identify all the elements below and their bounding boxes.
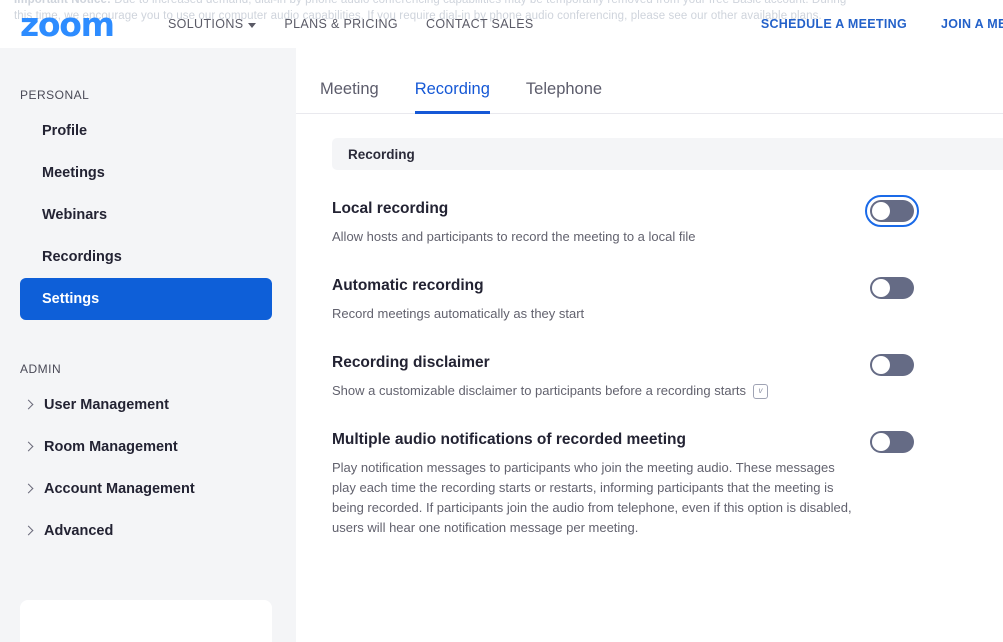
setting-texts: Recording disclaimer Show a customizable…: [332, 352, 852, 401]
sidebar-item-room-management[interactable]: Room Management: [0, 426, 296, 468]
sidebar-item-profile[interactable]: Profile: [0, 110, 296, 152]
chevron-right-icon: [24, 484, 34, 494]
sidebar-section-admin-label: ADMIN: [20, 362, 62, 376]
zoom-logo[interactable]: zoom: [20, 8, 130, 41]
sidebar-item-advanced-label: Advanced: [44, 523, 114, 539]
sidebar: PERSONAL Profile Meetings Webinars Recor…: [0, 48, 296, 642]
sidebar-item-webinars[interactable]: Webinars: [0, 194, 296, 236]
sidebar-item-meetings[interactable]: Meetings: [0, 152, 296, 194]
nav-item-solutions[interactable]: SOLUTIONS: [168, 17, 257, 31]
setting-texts: Multiple audio notifications of recorded…: [332, 429, 852, 538]
toggle-wrap: [870, 275, 914, 299]
sidebar-item-user-management[interactable]: User Management: [0, 384, 296, 426]
main-content: Meeting Recording Telephone Recording Lo…: [296, 48, 1003, 642]
sidebar-item-account-management[interactable]: Account Management: [0, 468, 296, 510]
setting-description: Play notification messages to participan…: [332, 460, 852, 535]
toggle-knob: [872, 202, 890, 220]
toggle-automatic-recording[interactable]: [870, 277, 914, 299]
sidebar-item-room-management-label: Room Management: [44, 439, 178, 455]
setting-multiple-audio-notifications: Multiple audio notifications of recorded…: [332, 401, 1003, 538]
toggle-recording-disclaimer[interactable]: [870, 354, 914, 376]
nav-item-plans-pricing[interactable]: PLANS & PRICING: [284, 17, 398, 31]
setting-texts: Local recording Allow hosts and particip…: [332, 198, 852, 247]
main-navigation: SOLUTIONS PLANS & PRICING CONTACT SALES: [168, 17, 534, 31]
nav-item-solutions-label: SOLUTIONS: [168, 17, 244, 31]
schedule-a-meeting-link[interactable]: SCHEDULE A MEETING: [761, 17, 907, 31]
chevron-right-icon: [24, 400, 34, 410]
setting-local-recording: Local recording Allow hosts and particip…: [332, 170, 1003, 247]
tab-meeting[interactable]: Meeting: [320, 80, 379, 113]
chevron-right-icon: [24, 526, 34, 536]
sidebar-item-user-management-label: User Management: [44, 397, 169, 413]
zoom-settings-page: Important Notice: Due to increased deman…: [0, 0, 1003, 642]
recording-settings-panel: Recording Local recording Allow hosts an…: [296, 114, 1003, 538]
tab-recording[interactable]: Recording: [414, 80, 491, 114]
section-header-recording: Recording: [332, 138, 1003, 170]
setting-description: Allow hosts and participants to record t…: [332, 229, 696, 244]
top-header: zoom SOLUTIONS PLANS & PRICING CONTACT S…: [0, 0, 1003, 48]
setting-description: Show a customizable disclaimer to partic…: [332, 383, 747, 398]
join-a-meeting-link[interactable]: JOIN A MEETI: [941, 17, 1003, 31]
setting-title: Local recording: [332, 200, 449, 217]
setting-description: Record meetings automatically as they st…: [332, 306, 585, 321]
toggle-wrap: [870, 429, 914, 453]
nav-item-contact-sales[interactable]: CONTACT SALES: [426, 17, 534, 31]
sidebar-item-recordings[interactable]: Recordings: [0, 236, 296, 278]
sidebar-admin-list: User Management Room Management Account …: [0, 384, 296, 552]
toggle-knob: [872, 433, 890, 451]
sidebar-promo-card[interactable]: [20, 600, 272, 642]
settings-tabs: Meeting Recording Telephone: [296, 48, 1003, 114]
tab-telephone[interactable]: Telephone: [526, 80, 602, 113]
setting-automatic-recording: Automatic recording Record meetings auto…: [332, 247, 1003, 324]
toggle-multiple-audio-notifications[interactable]: [870, 431, 914, 453]
setting-title: Multiple audio notifications of recorded…: [332, 431, 686, 448]
setting-description-row: Show a customizable disclaimer to partic…: [332, 381, 852, 401]
sidebar-personal-list: Profile Meetings Webinars Recordings Set…: [0, 110, 296, 320]
sidebar-item-account-management-label: Account Management: [44, 481, 195, 497]
version-badge-icon: v: [753, 383, 769, 399]
toggle-knob: [872, 356, 890, 374]
sidebar-item-advanced[interactable]: Advanced: [0, 510, 296, 552]
setting-texts: Automatic recording Record meetings auto…: [332, 275, 852, 324]
setting-title: Automatic recording: [332, 277, 484, 294]
toggle-knob: [872, 279, 890, 297]
header-actions: SCHEDULE A MEETING JOIN A MEETI: [761, 17, 1003, 31]
setting-title: Recording disclaimer: [332, 354, 490, 371]
chevron-right-icon: [24, 442, 34, 452]
sidebar-section-personal-label: PERSONAL: [20, 88, 90, 102]
toggle-wrap: [865, 195, 919, 227]
chevron-down-icon: [248, 22, 257, 28]
setting-recording-disclaimer: Recording disclaimer Show a customizable…: [332, 324, 1003, 401]
sidebar-item-settings[interactable]: Settings: [20, 278, 272, 320]
toggle-wrap: [870, 352, 914, 376]
toggle-local-recording[interactable]: [865, 195, 919, 227]
